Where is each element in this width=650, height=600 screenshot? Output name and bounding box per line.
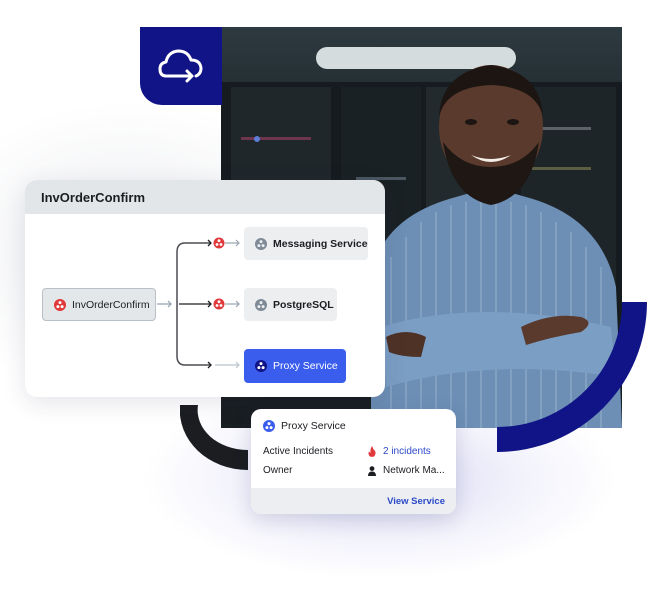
row-key: Active Incidents — [263, 446, 334, 457]
decorative-arc-dark — [180, 405, 248, 470]
target-node-proxy-service[interactable]: Proxy Service — [244, 349, 346, 383]
dependency-map-card: InvOrderConfirm InvOrderConfirm Messagin… — [25, 180, 385, 397]
popover-title: Proxy Service — [281, 420, 346, 432]
incidents-link[interactable]: 2 incidents — [383, 446, 431, 457]
card-title: InvOrderConfirm — [41, 189, 146, 205]
target-node-postgresql[interactable]: PostgreSQL — [244, 288, 337, 321]
service-popover: Proxy Service Active Incidents 2 inciden… — [251, 409, 456, 514]
source-node-label: InvOrderConfirm — [72, 298, 150, 311]
service-icon — [255, 360, 267, 372]
row-key: Owner — [263, 465, 293, 476]
service-icon — [263, 420, 275, 432]
card-header: InvOrderConfirm — [25, 180, 385, 214]
service-icon — [255, 298, 267, 311]
source-node[interactable]: InvOrderConfirm — [42, 288, 156, 321]
service-icon — [255, 237, 267, 250]
target-node-label: Messaging Service — [273, 237, 368, 250]
target-node-label: Proxy Service — [273, 360, 338, 372]
popover-title-row: Proxy Service — [263, 420, 346, 432]
alert-service-icon — [213, 298, 225, 310]
view-service-link[interactable]: View Service — [387, 496, 445, 507]
popover-footer: View Service — [251, 488, 456, 514]
cloud-arrow-icon — [158, 49, 203, 83]
row-value: 2 incidents — [368, 446, 431, 457]
person-icon — [368, 465, 376, 476]
alert-service-icon — [213, 237, 225, 249]
brand-logo-tile — [140, 27, 222, 105]
row-value: Network Ma... — [368, 465, 445, 476]
alert-service-icon — [54, 298, 66, 311]
popover-row-owner: Owner Network Ma... — [263, 465, 448, 476]
decorative-arc-blue — [497, 302, 647, 452]
target-node-label: PostgreSQL — [273, 298, 334, 311]
popover-row-incidents: Active Incidents 2 incidents — [263, 446, 448, 457]
flame-icon — [368, 446, 376, 457]
owner-value: Network Ma... — [383, 465, 445, 476]
target-node-messaging-service[interactable]: Messaging Service — [244, 227, 368, 260]
